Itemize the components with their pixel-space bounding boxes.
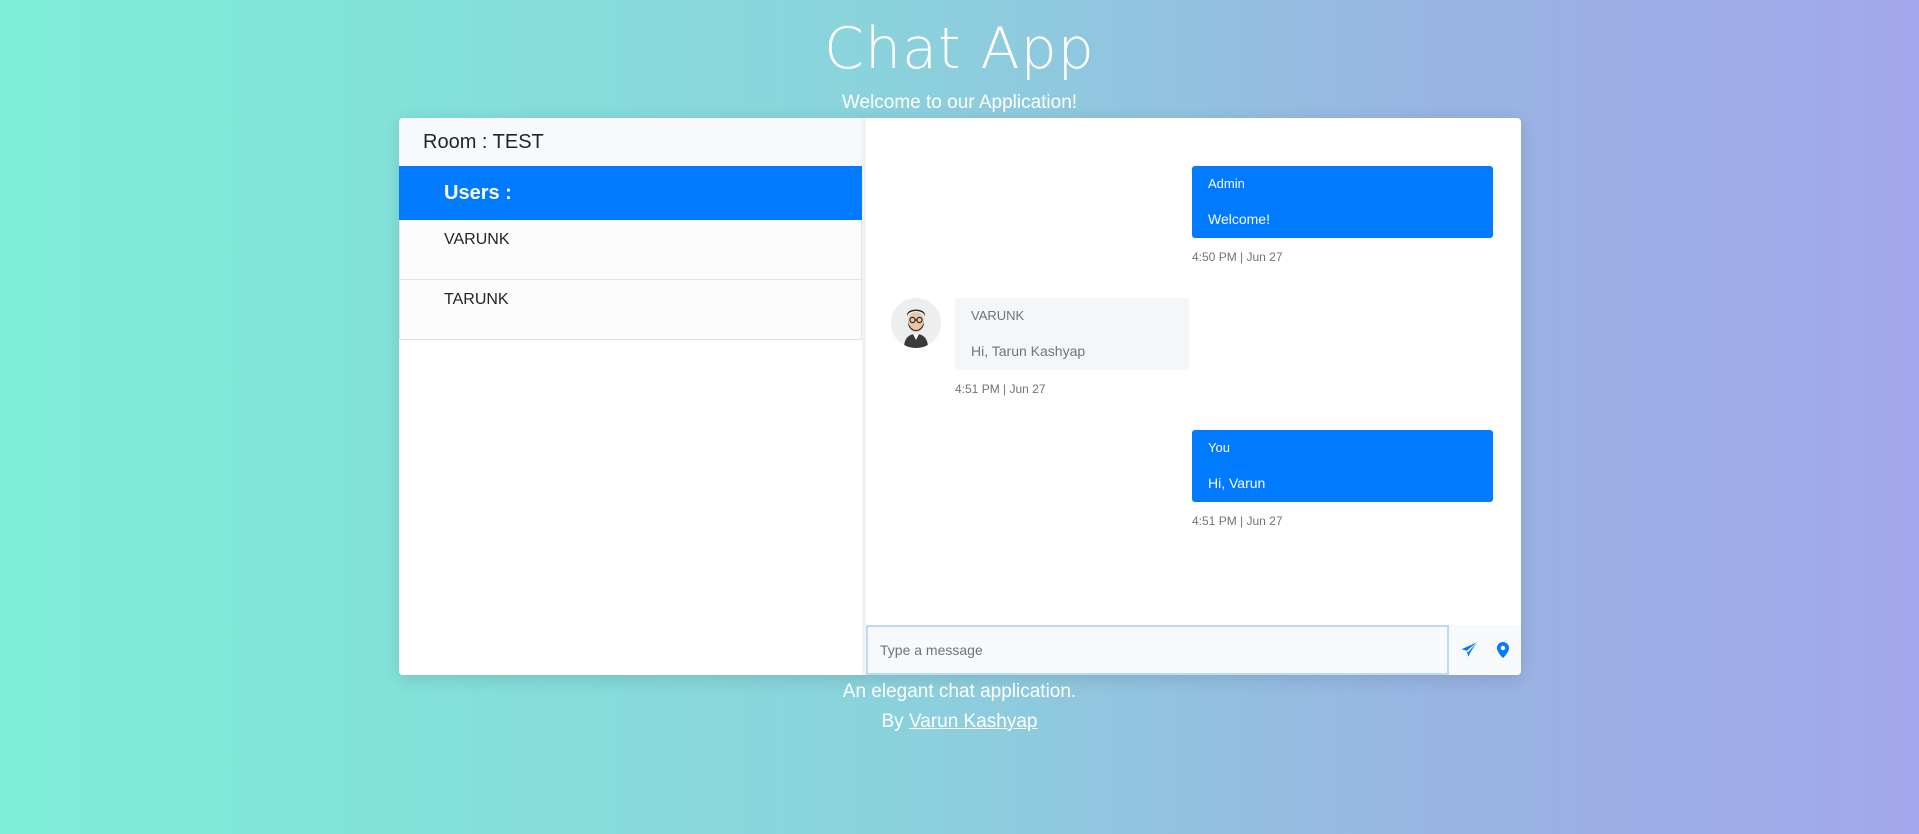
- chat-card: Room : TEST Users : VARUNK TARUNK Admin …: [399, 118, 1521, 675]
- message-author: VARUNK: [971, 308, 1025, 323]
- message-timestamp: 4:50 PM | Jun 27: [1192, 250, 1283, 264]
- author-link[interactable]: Varun Kashyap: [909, 711, 1038, 732]
- incoming-message: VARUNK Hi, Tarun Kashyap: [955, 298, 1189, 370]
- message-composer: [866, 625, 1521, 675]
- user-list-item[interactable]: TARUNK: [399, 280, 862, 340]
- message-text: Hi, Tarun Kashyap: [971, 343, 1086, 359]
- footer-credit: By Varun Kashyap: [0, 711, 1919, 733]
- message-text: Hi, Varun: [1208, 475, 1266, 491]
- message-text: Welcome!: [1208, 211, 1270, 227]
- message-timestamp: 4:51 PM | Jun 27: [955, 382, 1046, 396]
- user-list-item[interactable]: VARUNK: [399, 220, 862, 280]
- chat-panel: Admin Welcome! 4:50 PM | Jun 27 VARUNK H…: [862, 118, 1521, 675]
- outgoing-message: Admin Welcome!: [1192, 166, 1493, 238]
- room-title: Room : TEST: [399, 118, 862, 166]
- sidebar: Room : TEST Users : VARUNK TARUNK: [399, 118, 862, 675]
- message-author: You: [1208, 440, 1230, 455]
- footer-tagline: An elegant chat application.: [842, 681, 1077, 702]
- bearded-man-avatar-icon: [891, 298, 941, 348]
- message-timestamp: 4:51 PM | Jun 27: [1192, 514, 1283, 528]
- paper-plane-icon[interactable]: [1451, 625, 1487, 675]
- page-title: Chat App: [824, 16, 1095, 82]
- message-input[interactable]: [866, 625, 1449, 675]
- footer-by-label: By: [881, 711, 904, 732]
- page-subtitle: Welcome to our Application!: [841, 92, 1078, 113]
- users-header: Users :: [399, 166, 862, 220]
- message-author: Admin: [1208, 176, 1245, 191]
- map-pin-icon[interactable]: [1485, 625, 1521, 675]
- outgoing-message: You Hi, Varun: [1192, 430, 1493, 502]
